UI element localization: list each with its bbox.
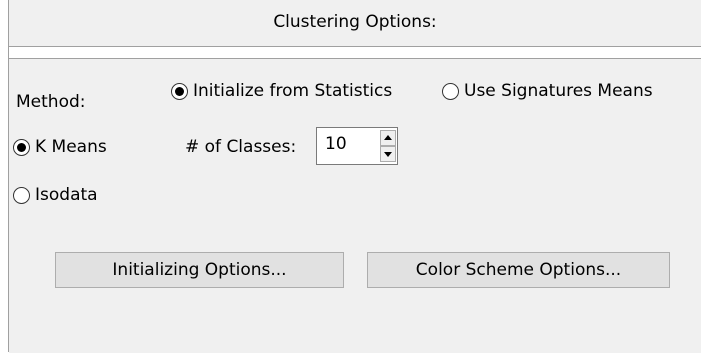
spin-down-button[interactable] <box>380 146 396 162</box>
options-panel: Method: Initialize from Statistics Use S… <box>9 58 701 353</box>
clustering-options-dialog: Clustering Options: Method: Initialize f… <box>0 0 701 353</box>
radio-use-signatures-means[interactable]: Use Signatures Means <box>442 81 653 101</box>
radio-k-means[interactable]: K Means <box>13 137 107 157</box>
radio-initialize-from-statistics[interactable]: Initialize from Statistics <box>171 81 392 101</box>
arrow-up-icon <box>384 135 392 140</box>
header-title: Clustering Options: <box>273 12 437 32</box>
spin-up-button[interactable] <box>380 130 396 146</box>
classes-input[interactable]: 10 <box>325 134 347 154</box>
radio-label: Isodata <box>35 185 98 205</box>
radio-checked-icon <box>13 138 30 156</box>
radio-label: Initialize from Statistics <box>193 81 393 101</box>
radio-label: K Means <box>35 137 107 157</box>
classes-spinner: 10 <box>316 127 398 165</box>
radio-isodata[interactable]: Isodata <box>13 185 98 205</box>
color-scheme-options-button[interactable]: Color Scheme Options... <box>367 252 670 288</box>
radio-checked-icon <box>171 82 188 100</box>
initializing-options-button[interactable]: Initializing Options... <box>55 252 344 288</box>
radio-unchecked-icon <box>442 82 459 100</box>
radio-label: Use Signatures Means <box>464 81 653 101</box>
method-label: Method: <box>16 92 86 112</box>
header-bar: Clustering Options: <box>9 0 701 47</box>
classes-label: # of Classes: <box>185 137 297 157</box>
radio-unchecked-icon <box>13 186 30 204</box>
arrow-down-icon <box>384 152 392 157</box>
